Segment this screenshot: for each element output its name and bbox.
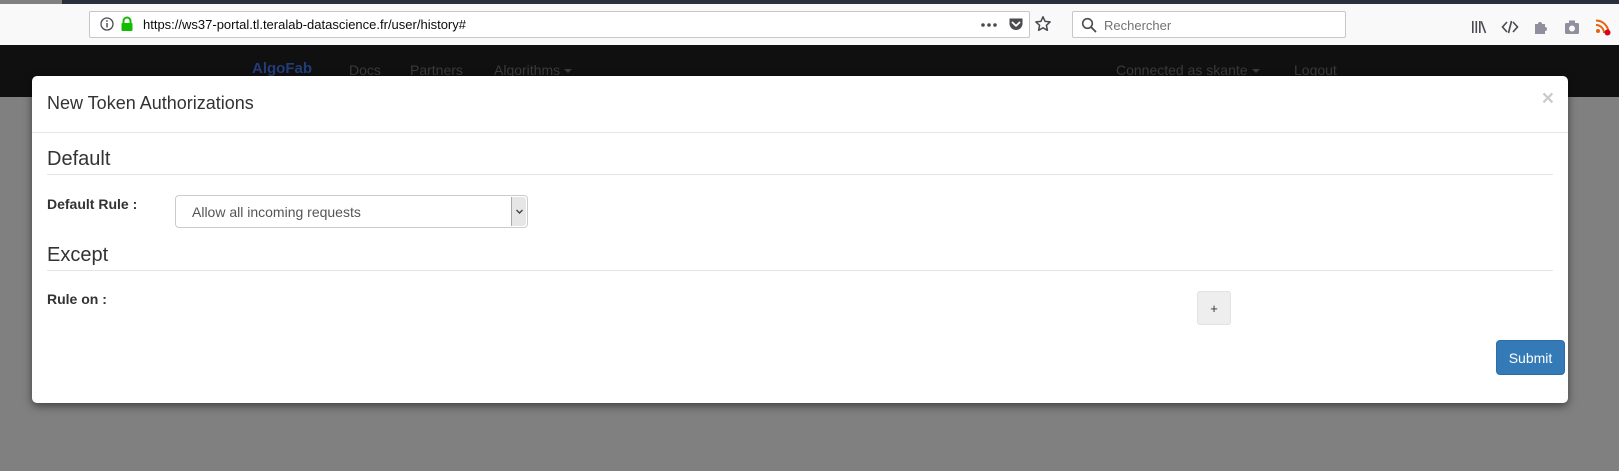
bookmark-star-icon[interactable] — [1034, 15, 1052, 33]
lock-icon[interactable] — [120, 16, 134, 32]
info-icon[interactable] — [100, 17, 114, 31]
close-button[interactable]: × — [1542, 88, 1554, 109]
pocket-icon[interactable] — [1008, 16, 1024, 32]
chevron-down-icon — [516, 209, 523, 214]
default-rule-select[interactable]: Allow all incoming requests — [175, 195, 528, 228]
search-bar[interactable] — [1072, 11, 1346, 38]
default-rule-value: Allow all incoming requests — [192, 204, 361, 220]
caret-down-icon — [564, 69, 573, 74]
modal-title: New Token Authorizations — [47, 93, 254, 113]
more-actions-icon[interactable] — [980, 18, 998, 32]
screenshot-icon[interactable] — [1563, 18, 1581, 36]
except-section-title: Except — [47, 244, 1553, 271]
rule-on-label: Rule on : — [47, 291, 107, 307]
token-authorizations-modal: New Token Authorizations × Default Defau… — [32, 76, 1568, 403]
add-rule-button[interactable]: + — [1197, 291, 1231, 325]
default-rule-label: Default Rule : — [47, 196, 138, 212]
url-text[interactable]: https://ws37-portal.tl.teralab-datascien… — [143, 17, 466, 32]
caret-down-icon — [1251, 69, 1260, 74]
library-icon[interactable] — [1470, 18, 1488, 36]
extension-icon[interactable] — [1532, 18, 1550, 36]
default-section-title: Default — [47, 148, 1553, 175]
search-icon — [1081, 17, 1097, 33]
browser-toolbar: https://ws37-portal.tl.teralab-datascien… — [0, 4, 1619, 45]
feed-icon[interactable] — [1593, 18, 1611, 36]
brand-logo[interactable]: AlgoFab — [252, 60, 312, 77]
dropdown-toggle[interactable] — [511, 197, 526, 226]
url-bar[interactable]: https://ws37-portal.tl.teralab-datascien… — [89, 11, 1051, 38]
submit-button[interactable]: Submit — [1496, 340, 1565, 375]
modal-header: New Token Authorizations × — [32, 76, 1568, 133]
developer-tools-icon[interactable] — [1501, 18, 1519, 36]
search-input[interactable] — [1104, 16, 1339, 34]
